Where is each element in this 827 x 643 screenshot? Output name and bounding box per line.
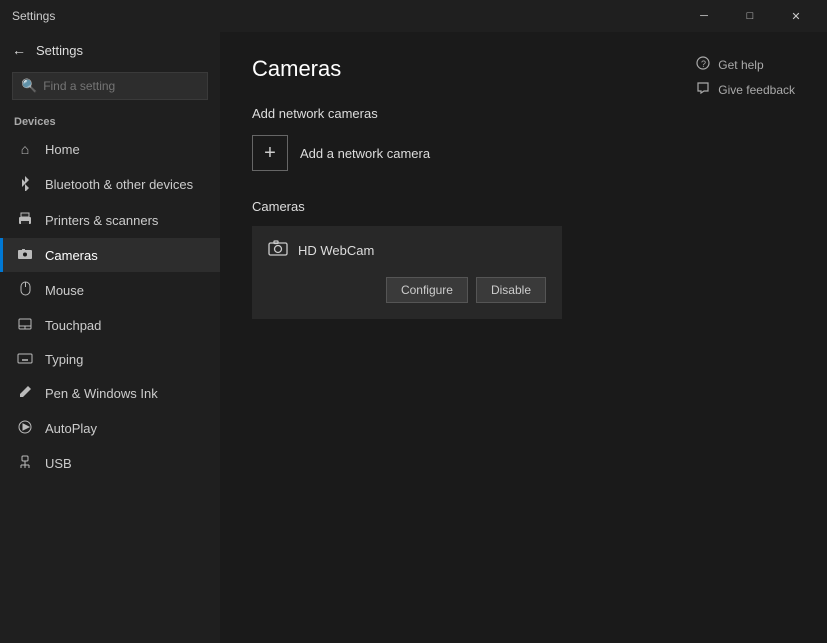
sidebar-item-typing[interactable]: Typing (0, 342, 220, 376)
pen-icon (17, 385, 33, 402)
sidebar-item-touchpad[interactable]: Touchpad (0, 308, 220, 342)
titlebar-controls: ─ □ ✕ (681, 0, 819, 32)
configure-button[interactable]: Configure (386, 277, 468, 303)
touchpad-icon (17, 317, 33, 333)
printer-icon (17, 212, 33, 229)
back-label: Settings (36, 43, 83, 58)
get-help-label: Get help (718, 58, 763, 72)
get-help-link[interactable]: ? Get help (696, 56, 795, 73)
give-feedback-icon (696, 81, 710, 98)
minimize-button[interactable]: ─ (681, 0, 727, 32)
sidebar-item-home[interactable]: ⌂ Home (0, 132, 220, 166)
back-button[interactable]: ← Settings (0, 32, 220, 68)
sidebar-item-bluetooth[interactable]: Bluetooth & other devices (0, 166, 220, 203)
camera-name: HD WebCam (298, 243, 374, 258)
sidebar-item-usb[interactable]: USB (0, 446, 220, 481)
sidebar-item-autoplay[interactable]: AutoPlay (0, 411, 220, 446)
add-network-section-title: Add network cameras (252, 106, 795, 121)
give-feedback-label: Give feedback (718, 83, 795, 97)
sidebar-item-label-bluetooth: Bluetooth & other devices (45, 177, 193, 192)
sidebar-item-printers[interactable]: Printers & scanners (0, 203, 220, 238)
camera-card-actions: Configure Disable (268, 277, 546, 303)
sidebar-item-label-home: Home (45, 142, 80, 157)
help-panel: ? Get help Give feedback (696, 56, 795, 98)
sidebar-item-label-printers: Printers & scanners (45, 213, 158, 228)
disable-button[interactable]: Disable (476, 277, 546, 303)
cameras-icon (17, 247, 33, 263)
close-button[interactable]: ✕ (773, 0, 819, 32)
add-camera-icon: + (252, 135, 288, 171)
sidebar-item-label-usb: USB (45, 456, 72, 471)
autoplay-icon (17, 420, 33, 437)
content-area: Cameras ? Get help Give feedback (220, 32, 827, 643)
give-feedback-link[interactable]: Give feedback (696, 81, 795, 98)
search-box[interactable]: 🔍 (12, 72, 208, 100)
camera-device-icon (268, 240, 288, 261)
sidebar-section-label: Devices (0, 108, 220, 132)
svg-text:?: ? (701, 59, 706, 69)
titlebar: Settings ─ □ ✕ (0, 0, 827, 32)
sidebar-item-label-pen: Pen & Windows Ink (45, 386, 158, 401)
sidebar-item-pen[interactable]: Pen & Windows Ink (0, 376, 220, 411)
titlebar-title: Settings (12, 9, 55, 23)
app-container: ← Settings 🔍 Devices ⌂ Home Bluetooth & … (0, 32, 827, 643)
back-arrow-icon: ← (12, 42, 26, 58)
add-network-camera-row[interactable]: + Add a network camera (252, 135, 795, 171)
home-icon: ⌂ (17, 141, 33, 157)
sidebar-item-label-mouse: Mouse (45, 283, 84, 298)
sidebar-item-mouse[interactable]: Mouse (0, 272, 220, 308)
camera-card: HD WebCam Configure Disable (252, 226, 562, 319)
sidebar-item-label-autoplay: AutoPlay (45, 421, 97, 436)
search-input[interactable] (43, 79, 199, 93)
typing-icon (17, 351, 33, 367)
cameras-section-title: Cameras (252, 199, 795, 214)
mouse-icon (17, 281, 33, 299)
sidebar: ← Settings 🔍 Devices ⌂ Home Bluetooth & … (0, 32, 220, 643)
bluetooth-icon (17, 175, 33, 194)
sidebar-item-label-touchpad: Touchpad (45, 318, 101, 333)
sidebar-item-label-typing: Typing (45, 352, 83, 367)
camera-card-header: HD WebCam (268, 240, 546, 261)
add-network-label: Add a network camera (300, 146, 430, 161)
search-icon: 🔍 (21, 78, 37, 94)
sidebar-item-cameras[interactable]: Cameras (0, 238, 220, 272)
get-help-icon: ? (696, 56, 710, 73)
maximize-button[interactable]: □ (727, 0, 773, 32)
sidebar-item-label-cameras: Cameras (45, 248, 98, 263)
usb-icon (17, 455, 33, 472)
